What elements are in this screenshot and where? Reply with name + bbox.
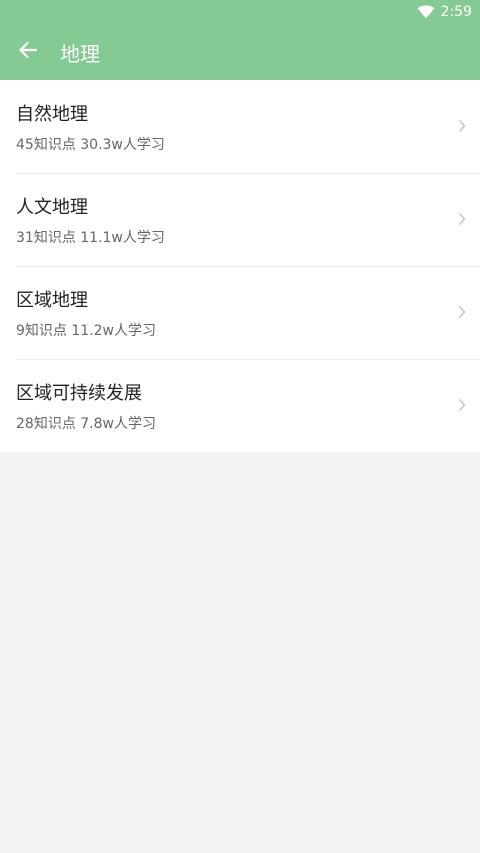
item-subtitle: 28知识点 7.8w人学习 (16, 416, 156, 432)
status-indicators: 2:59 (417, 0, 472, 24)
list-item[interactable]: 人文地理 31知识点 11.1w人学习 (0, 173, 480, 266)
app-bar: 地理 (0, 24, 480, 80)
list-item[interactable]: 区域地理 9知识点 11.2w人学习 (0, 266, 480, 359)
arrow-left-icon (19, 41, 38, 63)
status-time: 2:59 (440, 4, 472, 20)
list-item[interactable]: 区域可持续发展 28知识点 7.8w人学习 (0, 359, 480, 452)
chevron-right-icon (458, 118, 466, 137)
page-title: 地理 (60, 41, 100, 66)
topic-list: 自然地理 45知识点 30.3w人学习 人文地理 31知识点 11.1w人学习 … (0, 80, 480, 452)
wifi-icon (417, 5, 435, 19)
item-subtitle: 9知识点 11.2w人学习 (16, 323, 156, 339)
chevron-right-icon (458, 304, 466, 323)
item-title: 区域可持续发展 (16, 383, 142, 404)
list-item[interactable]: 自然地理 45知识点 30.3w人学习 (0, 80, 480, 173)
chevron-right-icon (458, 397, 466, 416)
back-button[interactable] (0, 24, 56, 80)
item-title: 区域地理 (16, 290, 88, 311)
item-title: 自然地理 (16, 104, 88, 125)
item-subtitle: 45知识点 30.3w人学习 (16, 137, 165, 153)
item-title: 人文地理 (16, 197, 88, 218)
chevron-right-icon (458, 211, 466, 230)
item-subtitle: 31知识点 11.1w人学习 (16, 230, 165, 246)
status-bar: 2:59 (0, 0, 480, 24)
